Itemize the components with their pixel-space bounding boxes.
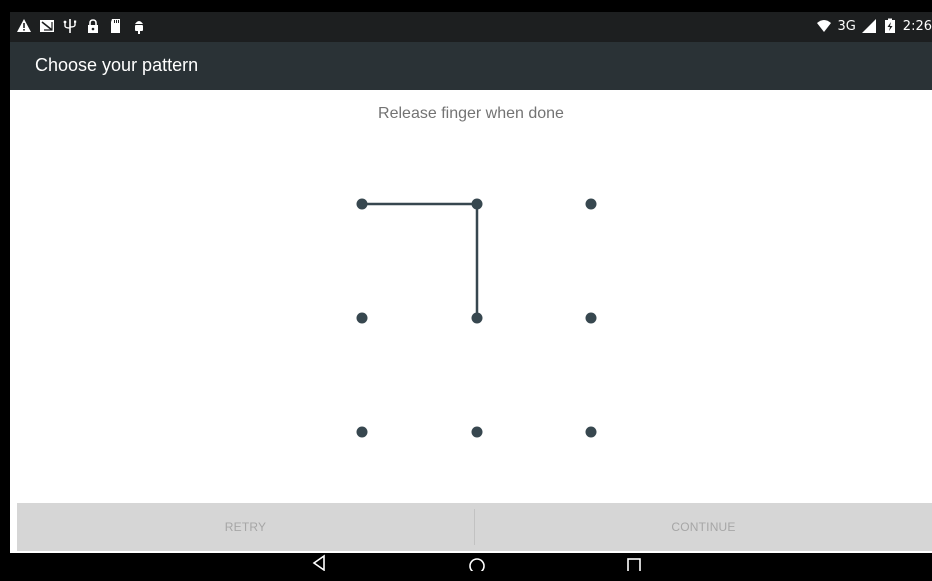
battery-charging-icon [884, 18, 895, 33]
lock-pattern-view[interactable] [10, 90, 932, 502]
pattern-dot[interactable] [471, 312, 483, 324]
footer-button-bar: RETRY CONTINUE [17, 503, 932, 551]
pattern-dot[interactable] [585, 312, 597, 324]
pattern-dot[interactable] [585, 198, 597, 210]
pattern-dot[interactable] [471, 198, 483, 210]
sd-card-icon [111, 19, 120, 33]
status-clock: 2:26 [902, 18, 932, 34]
back-icon[interactable] [309, 553, 331, 571]
device-frame: 3G 2:26 Choose your pattern Release fing… [0, 0, 932, 581]
screen: 3G 2:26 Choose your pattern Release fing… [10, 12, 932, 571]
page-title: Choose your pattern [35, 55, 199, 75]
pattern-dot[interactable] [471, 426, 483, 438]
pattern-dot[interactable] [356, 198, 368, 210]
signal-icon [861, 19, 876, 33]
pattern-dot[interactable] [356, 312, 368, 324]
network-type-label: 3G [837, 18, 856, 34]
pattern-dot[interactable] [356, 426, 368, 438]
action-bar: Choose your pattern [10, 42, 932, 90]
screenshot-icon [40, 20, 54, 32]
pattern-dot[interactable] [585, 426, 597, 438]
continue-button[interactable]: CONTINUE [475, 503, 932, 551]
status-bar: 3G 2:26 [10, 12, 932, 42]
pattern-content: Release finger when done [10, 90, 932, 502]
home-icon[interactable] [466, 553, 488, 571]
android-icon [135, 21, 143, 34]
status-right-icons: 3G 2:26 [816, 18, 932, 34]
status-left-icons [16, 18, 147, 34]
retry-button[interactable]: RETRY [17, 503, 474, 551]
lock-icon [88, 19, 98, 33]
wifi-icon [817, 20, 832, 32]
warning-icon [17, 19, 31, 32]
recents-icon[interactable] [623, 553, 645, 571]
navigation-bar [10, 553, 932, 571]
usb-icon [63, 19, 77, 33]
